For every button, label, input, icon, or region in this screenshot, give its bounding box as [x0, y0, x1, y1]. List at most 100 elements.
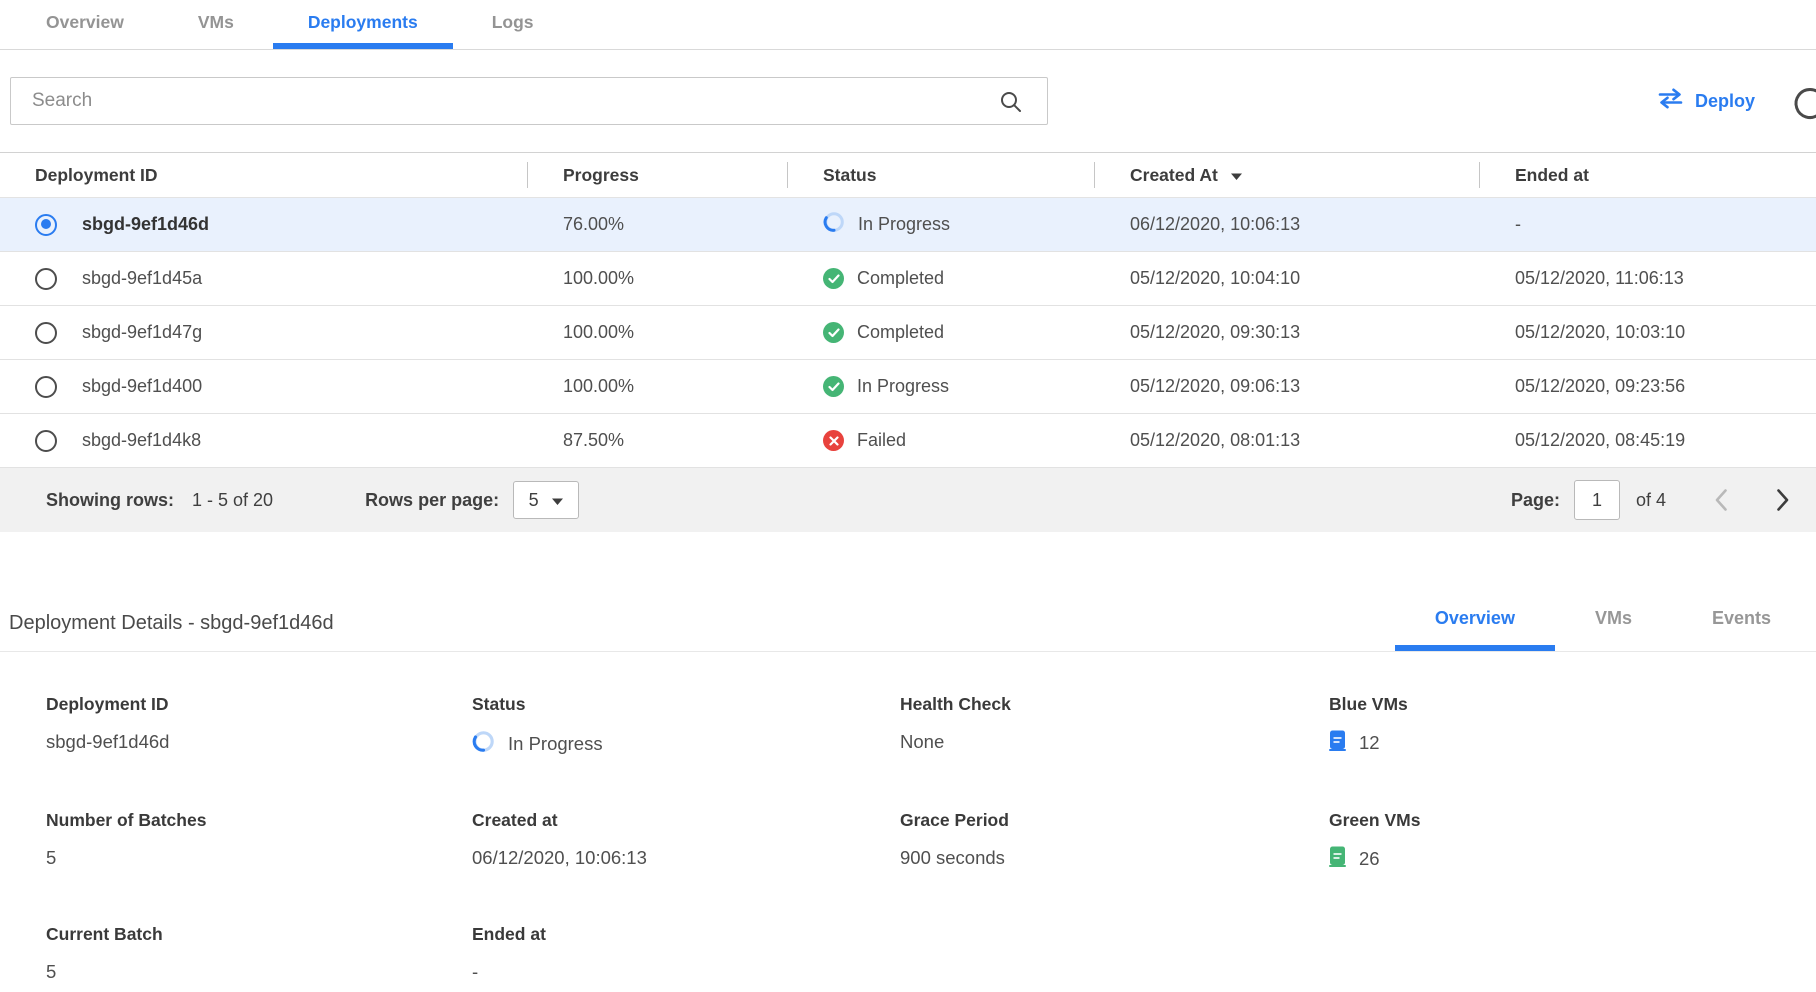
check-circle-icon [823, 268, 844, 289]
details-tab-events[interactable]: Events [1672, 608, 1811, 651]
spinner-icon [823, 211, 845, 238]
status-text: In Progress [858, 214, 950, 235]
row-radio[interactable] [35, 430, 57, 452]
deployments-table: Deployment ID Progress Status Created At… [0, 152, 1816, 532]
deploy-button-label: Deploy [1695, 91, 1755, 112]
search-icon [999, 90, 1023, 119]
row-radio[interactable] [35, 376, 57, 398]
previous-page-icon[interactable] [1714, 488, 1728, 512]
progress-value: 76.00% [527, 214, 787, 235]
field-value: 26 [1359, 848, 1380, 870]
next-page-icon[interactable] [1776, 488, 1790, 512]
field-created-at: Created at 06/12/2020, 10:06:13 [472, 810, 900, 872]
vm-green-icon [1329, 846, 1346, 872]
created-at-value: 06/12/2020, 10:06:13 [1094, 214, 1479, 235]
col-header-ended-at: Ended at [1479, 153, 1816, 197]
field-value: 900 seconds [900, 846, 1329, 870]
field-label: Green VMs [1329, 810, 1816, 831]
rows-per-page-label: Rows per page: [365, 490, 499, 511]
swap-arrows-icon [1657, 88, 1684, 114]
details-tab-bar: Overview VMs Events [1395, 608, 1811, 651]
ended-at-value: 05/12/2020, 09:23:56 [1479, 376, 1816, 397]
progress-value: 100.00% [527, 268, 787, 289]
deployment-id: sbgd-9ef1d4k8 [82, 430, 201, 451]
table-row[interactable]: sbgd-9ef1d47g 100.00% Completed 05/12/20… [0, 306, 1816, 360]
page-total: of 4 [1636, 490, 1666, 511]
table-header-row: Deployment ID Progress Status Created At… [0, 152, 1816, 198]
progress-value: 100.00% [527, 376, 787, 397]
tab-deployments[interactable]: Deployments [273, 0, 453, 49]
table-row[interactable]: sbgd-9ef1d46d 76.00% In Progress 06/12/2… [0, 198, 1816, 252]
field-value: 12 [1359, 732, 1380, 754]
ended-at-value: 05/12/2020, 08:45:19 [1479, 430, 1816, 451]
rows-per-page-value: 5 [529, 490, 539, 511]
field-blue-vms: Blue VMs 12 [1329, 694, 1816, 758]
table-row[interactable]: sbgd-9ef1d400 100.00% In Progress 05/12/… [0, 360, 1816, 414]
deploy-button[interactable]: Deploy [1657, 88, 1755, 114]
chevron-down-icon [551, 490, 564, 511]
status-text: Completed [857, 268, 944, 289]
row-radio[interactable] [35, 322, 57, 344]
row-radio[interactable] [35, 268, 57, 290]
field-label: Current Batch [46, 924, 472, 945]
field-label: Status [472, 694, 900, 715]
status-text: In Progress [857, 376, 949, 397]
created-at-value: 05/12/2020, 09:30:13 [1094, 322, 1479, 343]
x-circle-icon [823, 430, 844, 451]
table-row[interactable]: sbgd-9ef1d4k8 87.50% Failed 05/12/2020, … [0, 414, 1816, 468]
field-value: sbgd-9ef1d46d [46, 730, 472, 754]
field-grace-period: Grace Period 900 seconds [900, 810, 1329, 872]
field-value: 5 [46, 960, 472, 984]
created-at-value: 05/12/2020, 08:01:13 [1094, 430, 1479, 451]
col-header-status: Status [787, 153, 1094, 197]
created-at-value: 05/12/2020, 09:06:13 [1094, 376, 1479, 397]
field-status: Status In Progress [472, 694, 900, 758]
tab-vms[interactable]: VMs [163, 0, 269, 49]
status-text: Completed [857, 322, 944, 343]
ended-at-value: 05/12/2020, 11:06:13 [1479, 268, 1816, 289]
page-number-input[interactable] [1574, 480, 1620, 520]
details-header: Deployment Details - sbgd-9ef1d46d Overv… [0, 608, 1816, 652]
field-value: 06/12/2020, 10:06:13 [472, 846, 900, 870]
details-grid: Deployment ID sbgd-9ef1d46d Status In Pr… [0, 694, 1816, 984]
col-header-deployment-id: Deployment ID [0, 153, 527, 197]
progress-value: 87.50% [527, 430, 787, 451]
field-value: None [900, 730, 1329, 754]
field-label: Grace Period [900, 810, 1329, 831]
check-circle-icon [823, 376, 844, 397]
created-at-value: 05/12/2020, 10:04:10 [1094, 268, 1479, 289]
col-header-created-at[interactable]: Created At [1094, 153, 1479, 197]
table-row[interactable]: sbgd-9ef1d45a 100.00% Completed 05/12/20… [0, 252, 1816, 306]
tab-overview[interactable]: Overview [11, 0, 159, 49]
spinner-icon [472, 730, 495, 758]
details-title: Deployment Details - sbgd-9ef1d46d [9, 612, 1395, 651]
vm-blue-icon [1329, 730, 1346, 756]
page-label: Page: [1511, 490, 1560, 511]
field-label: Blue VMs [1329, 694, 1816, 715]
details-tab-overview[interactable]: Overview [1395, 608, 1555, 651]
field-label: Health Check [900, 694, 1329, 715]
progress-value: 100.00% [527, 322, 787, 343]
tab-logs[interactable]: Logs [457, 0, 569, 49]
field-current-batch: Current Batch 5 [46, 924, 472, 984]
field-label: Ended at [472, 924, 900, 945]
field-ended-at: Ended at - [472, 924, 900, 984]
refresh-icon[interactable] [1791, 84, 1816, 127]
deployment-id: sbgd-9ef1d47g [82, 322, 202, 343]
rows-per-page-select[interactable]: 5 [513, 481, 579, 519]
search-box [10, 77, 1048, 125]
field-label: Created at [472, 810, 900, 831]
top-tab-bar: Overview VMs Deployments Logs [0, 0, 1816, 50]
deployment-id: sbgd-9ef1d46d [82, 214, 209, 235]
search-input[interactable] [11, 78, 1047, 124]
deployment-id: sbgd-9ef1d45a [82, 268, 202, 289]
showing-rows-label: Showing rows: [46, 490, 174, 511]
field-deployment-id: Deployment ID sbgd-9ef1d46d [46, 694, 472, 758]
row-radio[interactable] [35, 214, 57, 236]
field-value: 5 [46, 846, 472, 870]
showing-rows-value: 1 - 5 of 20 [192, 490, 273, 511]
field-value: In Progress [508, 733, 603, 755]
table-pagination-bar: Showing rows: 1 - 5 of 20 Rows per page:… [0, 468, 1816, 532]
details-tab-vms[interactable]: VMs [1555, 608, 1672, 651]
col-header-progress: Progress [527, 153, 787, 197]
